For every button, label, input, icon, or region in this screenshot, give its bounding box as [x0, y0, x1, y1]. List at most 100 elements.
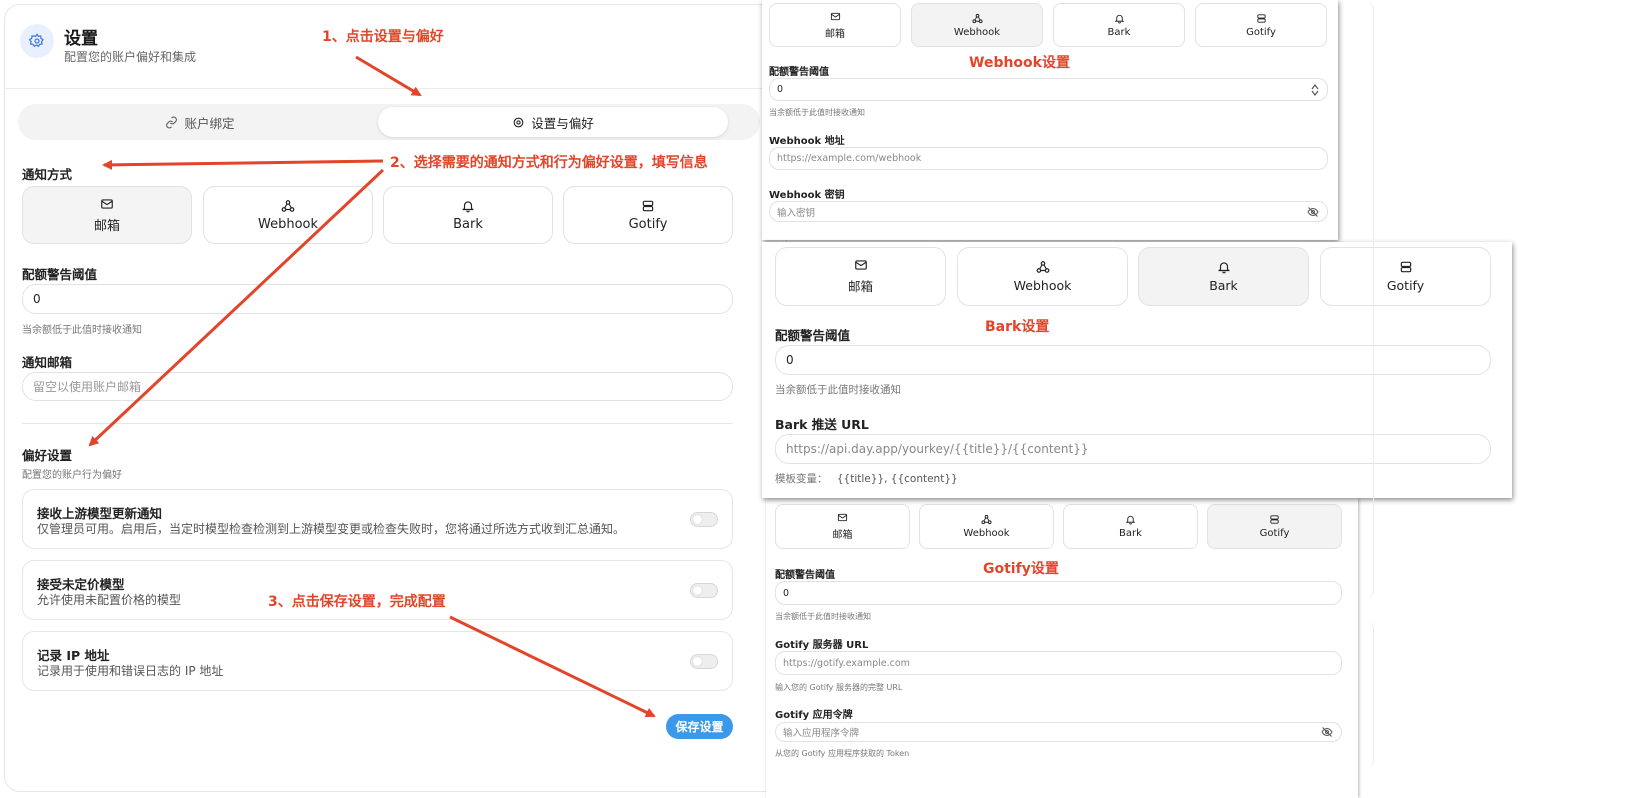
annotation-gotify-title: Gotify设置: [983, 561, 1059, 577]
channel-bark[interactable]: Bark: [1138, 247, 1309, 306]
settings-gear-icon: [20, 24, 54, 58]
tab-label: 设置与偏好: [531, 115, 594, 131]
threshold-hint: 当余额低于此值时接收通知: [775, 384, 901, 396]
channel-label: 邮箱: [93, 218, 120, 234]
section-divider: [22, 423, 733, 424]
page-subtitle: 配置您的账户偏好和集成: [64, 50, 197, 64]
gotify-url-placeholder: https://gotify.example.com: [783, 657, 910, 669]
channel-label: Gotify: [1259, 528, 1290, 539]
webhook-secret-label: Webhook 密钥: [769, 190, 845, 201]
background-panel-edge: [1360, 0, 1374, 600]
channel-webhook[interactable]: Webhook: [957, 247, 1128, 306]
channel-email[interactable]: 邮箱: [775, 247, 946, 306]
header-divider: [5, 88, 786, 89]
settings-tabs: 账户绑定 设置与偏好: [18, 104, 760, 140]
channel-label: Bark: [1209, 278, 1238, 293]
pref-desc: 记录用于使用和错误日志的 IP 地址: [37, 664, 224, 678]
webhook-settings-panel: 邮箱 Webhook Bark Gotify 配额警告阈值 0 当余额低于此值时…: [762, 0, 1338, 240]
threshold-input[interactable]: 0: [775, 581, 1342, 605]
threshold-input[interactable]: 0: [769, 78, 1328, 101]
pref-toggle[interactable]: [690, 512, 718, 527]
server-icon: [1400, 261, 1411, 273]
gear-icon: [513, 117, 524, 127]
channel-bark[interactable]: Bark: [1053, 3, 1185, 47]
channel-gotify[interactable]: Gotify: [563, 186, 733, 244]
pref-record-ip: 记录 IP 地址 记录用于使用和错误日志的 IP 地址: [22, 631, 733, 691]
threshold-value: 0: [777, 84, 784, 95]
threshold-value: 0: [783, 587, 790, 599]
annotation-step-2: 2、选择需要的通知方式和行为偏好设置，填写信息: [390, 155, 708, 171]
bell-icon: [1114, 14, 1124, 24]
threshold-input[interactable]: 0: [775, 345, 1491, 375]
channel-email[interactable]: 邮箱: [775, 504, 910, 549]
server-icon: [1256, 13, 1266, 23]
channel-gotify[interactable]: Gotify: [1195, 3, 1327, 47]
bell-icon: [1217, 262, 1230, 274]
webhook-icon: [1036, 261, 1049, 273]
channel-gotify[interactable]: Gotify: [1207, 504, 1342, 549]
channel-label: Bark: [1119, 528, 1142, 539]
threshold-label: 配额警告阈值: [775, 328, 851, 343]
threshold-label: 配额警告阈值: [769, 67, 829, 78]
gotify-token-input[interactable]: 输入应用程序令牌: [775, 722, 1342, 742]
pref-upstream-notify: 接收上游模型更新通知 仅管理员可用。启用后，当定时模型检查检测到上游模型变更或检…: [22, 489, 733, 549]
gotify-url-hint: 输入您的 Gotify 服务器的完整 URL: [775, 683, 903, 692]
gotify-url-input[interactable]: https://gotify.example.com: [775, 651, 1342, 675]
threshold-value: 0: [786, 353, 794, 367]
mail-icon: [837, 513, 848, 522]
bark-template-hint: 模板变量： {{title}}, {{content}}: [775, 471, 958, 486]
threshold-input[interactable]: 0: [22, 284, 733, 314]
bark-url-placeholder: https://api.day.app/yourkey/{{title}}/{{…: [786, 442, 1089, 456]
tab-label: 账户绑定: [184, 115, 235, 131]
channel-webhook[interactable]: Webhook: [911, 3, 1043, 47]
threshold-label: 配额警告阈值: [775, 570, 835, 581]
annotation-webhook-title: Webhook设置: [969, 55, 1070, 71]
eye-off-icon[interactable]: [1321, 726, 1333, 738]
bell-icon: [461, 200, 475, 212]
background-panel-edge: [1358, 620, 1374, 770]
tab-settings-preferences[interactable]: 设置与偏好: [378, 107, 728, 137]
channel-label: 邮箱: [832, 530, 853, 541]
channel-email[interactable]: 邮箱: [769, 3, 901, 47]
gotify-url-label: Gotify 服务器 URL: [775, 640, 869, 651]
channel-bark[interactable]: Bark: [383, 186, 553, 244]
link-icon: [166, 116, 178, 128]
webhook-url-input[interactable]: https://example.com/webhook: [769, 147, 1328, 170]
webhook-icon: [971, 13, 983, 23]
webhook-url-placeholder: https://example.com/webhook: [777, 153, 922, 164]
pref-toggle[interactable]: [690, 654, 718, 669]
bark-url-input[interactable]: https://api.day.app/yourkey/{{title}}/{{…: [775, 434, 1491, 464]
webhook-icon: [281, 199, 295, 212]
eye-off-icon[interactable]: [1307, 206, 1319, 218]
webhook-url-label: Webhook 地址: [769, 136, 845, 147]
channel-label: Gotify: [628, 216, 668, 232]
annotation-step-1: 1、点击设置与偏好: [322, 29, 444, 45]
channel-webhook[interactable]: Webhook: [203, 186, 373, 244]
channel-bark[interactable]: Bark: [1063, 504, 1198, 549]
page-title: 设置: [64, 29, 98, 49]
webhook-secret-input[interactable]: 输入密钥: [769, 201, 1328, 222]
channel-webhook[interactable]: Webhook: [919, 504, 1054, 549]
channel-label: Webhook: [953, 26, 1001, 38]
save-settings-button[interactable]: 保存设置: [666, 714, 733, 739]
gotify-token-hint: 从您的 Gotify 应用程序获取的 Token: [775, 749, 910, 758]
template-vars: {{title}}, {{content}}: [836, 473, 958, 485]
threshold-hint: 当余额低于此值时接收通知: [775, 612, 871, 621]
server-icon: [1270, 515, 1279, 524]
server-icon: [642, 200, 654, 211]
tab-account-binding[interactable]: 账户绑定: [22, 107, 378, 137]
threshold-value: 0: [33, 292, 41, 306]
webhook-secret-placeholder: 输入密钥: [777, 207, 816, 219]
webhook-icon: [981, 514, 992, 525]
channel-label: 邮箱: [825, 28, 845, 40]
annotation-bark-title: Bark设置: [985, 319, 1050, 335]
bark-url-label: Bark 推送 URL: [775, 417, 869, 432]
channel-label: Webhook: [1013, 278, 1072, 293]
pref-toggle[interactable]: [690, 583, 718, 598]
threshold-hint: 当余额低于此值时接收通知: [769, 108, 865, 117]
annotation-step-3: 3、点击保存设置，完成配置: [268, 594, 446, 610]
email-input[interactable]: 留空以使用账户邮箱: [22, 372, 733, 401]
channel-gotify[interactable]: Gotify: [1320, 247, 1491, 306]
channel-email[interactable]: 邮箱: [22, 186, 192, 244]
stepper-icon[interactable]: [1311, 84, 1319, 96]
